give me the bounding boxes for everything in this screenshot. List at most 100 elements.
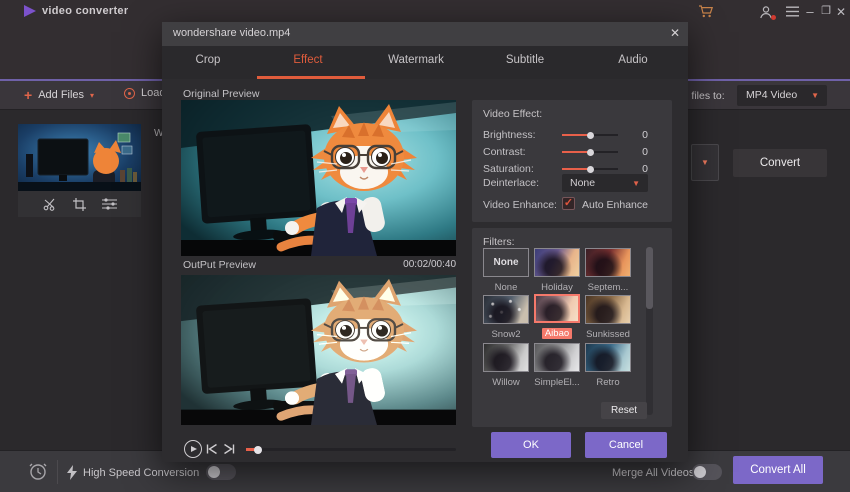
original-preview-video[interactable] <box>181 100 456 256</box>
play-button[interactable] <box>184 440 202 458</box>
add-files-label: Add Files <box>38 89 84 101</box>
toggle-knob <box>694 466 706 478</box>
footer-divider <box>57 460 58 484</box>
filter-option-septem[interactable]: Septem... <box>584 248 632 295</box>
dialog-titlebar: wondershare video.mp4 ✕ <box>162 22 688 46</box>
slider-handle[interactable] <box>587 166 594 173</box>
high-speed-conversion-toggle[interactable] <box>206 464 236 480</box>
trim-scissors-icon[interactable] <box>43 198 57 211</box>
dialog-tab-bar: Crop Effect Watermark Subtitle Audio <box>162 46 688 79</box>
plus-icon: + <box>24 87 32 103</box>
output-preview-video[interactable] <box>181 275 456 425</box>
filter-thumb[interactable]: None <box>483 248 529 277</box>
filter-option-sunkissed[interactable]: Sunkissed <box>584 295 632 342</box>
cart-icon-svg <box>698 4 714 19</box>
seek-slider[interactable] <box>246 448 456 451</box>
crop-icon[interactable] <box>73 198 86 211</box>
saturation-slider[interactable] <box>562 168 618 170</box>
filter-option-holiday[interactable]: Holiday <box>533 248 581 295</box>
filter-option-snow2[interactable]: Snow2 <box>482 295 530 342</box>
filter-thumb[interactable] <box>534 248 580 277</box>
output-format-value: MP4 Video <box>746 89 797 101</box>
slider-handle[interactable] <box>587 149 594 156</box>
filter-thumb[interactable] <box>534 294 580 323</box>
filter-option-none[interactable]: None None <box>482 248 530 295</box>
filters-panel: Filters: None None Holiday Septem... Sno… <box>472 228 672 427</box>
tab-watermark[interactable]: Watermark <box>381 54 451 66</box>
chevron-down-icon: ▼ <box>811 91 819 100</box>
notification-badge <box>771 15 776 20</box>
filter-thumb[interactable] <box>585 343 631 372</box>
ok-button[interactable]: OK <box>491 432 571 458</box>
filter-thumb[interactable] <box>483 295 529 324</box>
deinterlace-value: None <box>570 177 595 189</box>
minimize-icon[interactable]: – <box>802 4 818 19</box>
menu-icon[interactable] <box>784 4 800 19</box>
merge-all-videos-toggle[interactable] <box>692 464 722 480</box>
output-preview-label: OutPut Preview <box>183 259 256 271</box>
skip-previous-button[interactable] <box>206 443 218 455</box>
filter-option-willow[interactable]: Willow <box>482 343 530 390</box>
cancel-button[interactable]: Cancel <box>585 432 667 458</box>
menu-icon-svg <box>786 6 799 17</box>
original-preview-label: Original Preview <box>183 88 259 100</box>
video-thumbnail <box>18 124 141 191</box>
high-speed-conversion-label: High Speed Conversion <box>83 467 199 479</box>
filters-title: Filters: <box>483 236 515 248</box>
app-logo-play-icon <box>24 5 36 17</box>
filter-thumb[interactable] <box>585 295 631 324</box>
maximize-icon[interactable]: ❐ <box>818 4 834 19</box>
window-close-icon[interactable]: ✕ <box>833 4 849 19</box>
tab-subtitle[interactable]: Subtitle <box>495 54 555 66</box>
chevron-down-icon: ▼ <box>632 179 640 188</box>
chevron-down-icon: ▼ <box>701 158 709 167</box>
cart-icon[interactable] <box>698 4 714 19</box>
auto-enhance-option-label: Auto Enhance <box>582 199 648 211</box>
scrollbar-thumb[interactable] <box>646 247 653 309</box>
app-title: video converter <box>42 5 128 17</box>
reset-button[interactable]: Reset <box>601 402 647 419</box>
lightning-icon <box>67 465 77 480</box>
filters-scrollbar[interactable] <box>646 247 653 415</box>
preview-scene <box>181 100 456 256</box>
filter-option-retro[interactable]: Retro <box>584 343 632 390</box>
output-format-dropdown[interactable]: MP4 Video ▼ <box>737 85 827 106</box>
item-format-dropdown[interactable]: ▼ <box>691 144 719 181</box>
filter-option-aibao-selected[interactable]: Aibao <box>533 294 581 341</box>
skip-next-button[interactable] <box>223 443 235 455</box>
video-effect-panel: Video Effect: Brightness: 0 Contrast: 0 … <box>472 100 672 222</box>
active-tab-underline <box>257 76 365 79</box>
video-item-card[interactable] <box>18 124 141 217</box>
slider-handle[interactable] <box>587 132 594 139</box>
effect-sliders-icon[interactable] <box>102 198 117 210</box>
time-display: 00:02/00:40 <box>362 259 456 270</box>
contrast-slider[interactable] <box>562 151 618 153</box>
brightness-slider[interactable] <box>562 134 618 136</box>
filter-thumb[interactable] <box>585 248 631 277</box>
convert-button[interactable]: Convert <box>733 149 827 177</box>
chevron-down-icon[interactable]: ▾ <box>90 91 94 100</box>
brightness-label: Brightness: <box>483 129 536 141</box>
filter-thumb[interactable] <box>534 343 580 372</box>
seek-handle[interactable] <box>254 446 262 454</box>
tab-effect[interactable]: Effect <box>278 54 338 66</box>
load-disc-icon <box>124 88 135 99</box>
filter-option-simpleel[interactable]: SimpleEl... <box>533 343 581 390</box>
effect-dialog: wondershare video.mp4 ✕ Crop Effect Wate… <box>162 22 688 462</box>
deinterlace-dropdown[interactable]: None ▼ <box>562 174 648 192</box>
tab-audio[interactable]: Audio <box>608 54 658 66</box>
filter-thumb[interactable] <box>483 343 529 372</box>
contrast-label: Contrast: <box>483 146 526 158</box>
add-files-button[interactable]: + Add Files ▾ <box>24 87 94 103</box>
tab-crop[interactable]: Crop <box>178 54 238 66</box>
account-icon[interactable] <box>758 4 774 19</box>
schedule-clock-icon[interactable] <box>28 461 48 481</box>
brightness-value: 0 <box>630 129 648 141</box>
convert-all-button[interactable]: Convert All <box>733 456 823 484</box>
load-button[interactable]: Load <box>124 87 165 99</box>
merge-all-videos-label: Merge All Videos <box>612 467 694 479</box>
auto-enhance-checkbox[interactable]: ✓ <box>562 197 575 210</box>
video-enhance-label: Video Enhance: <box>483 199 557 211</box>
dialog-close-icon[interactable]: ✕ <box>670 26 680 40</box>
toggle-knob <box>208 466 220 478</box>
